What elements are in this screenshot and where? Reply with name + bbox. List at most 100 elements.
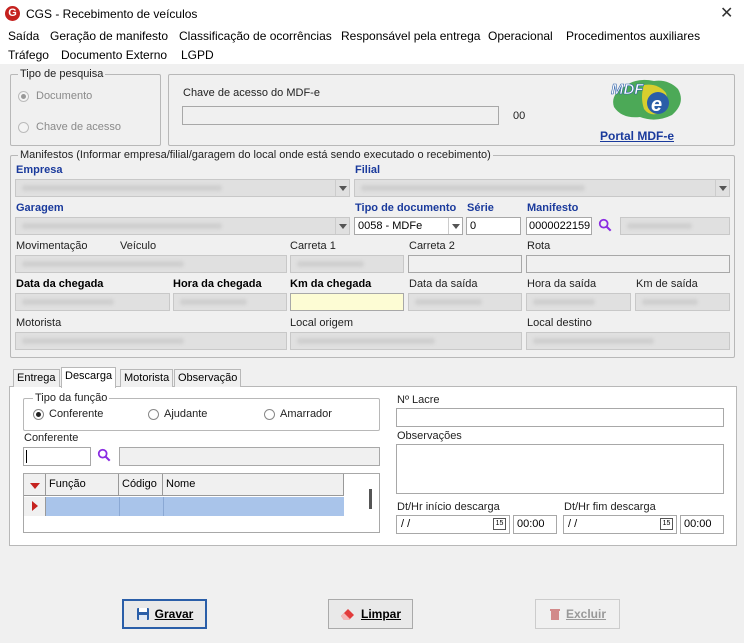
calendar-icon[interactable]: 15 — [660, 518, 673, 530]
radio-chave-acesso-label: Chave de acesso — [36, 121, 121, 133]
calendar-icon[interactable]: 15 — [493, 518, 506, 530]
text-cursor — [26, 450, 27, 463]
empresa-label: Empresa — [16, 164, 63, 176]
search-icon[interactable] — [97, 448, 111, 465]
serie-input[interactable]: 0 — [466, 217, 521, 235]
tipo-documento-label: Tipo de documento — [355, 202, 457, 214]
local-destino-label: Local destino — [527, 317, 592, 329]
observacoes-textarea[interactable] — [396, 444, 724, 494]
observacoes-label: Observações — [397, 430, 462, 442]
chave-acesso-counter: 00 — [513, 110, 526, 122]
carreta1-field — [290, 255, 404, 273]
data-saida-label: Data da saída — [409, 278, 478, 290]
funcao-grid: Função Código Nome — [23, 473, 380, 533]
dt-fim-time-input[interactable]: 00:00 — [680, 515, 724, 534]
radio-ajudante-label: Ajudante — [164, 408, 208, 420]
veiculo-field — [15, 255, 287, 273]
manifesto-input[interactable]: 0000022159 — [526, 217, 592, 235]
serie-value: 0 — [470, 220, 477, 232]
menu-responsavel-entrega[interactable]: Responsável pela entrega — [341, 29, 480, 43]
dt-fim-time-value: 00:00 — [684, 518, 712, 530]
row-indicator — [24, 497, 46, 516]
dt-inicio-date-input[interactable]: / / 15 — [396, 515, 510, 534]
close-icon[interactable]: ✕ — [720, 3, 733, 23]
carreta2-field — [408, 255, 522, 273]
app-logo-icon: G — [5, 6, 20, 21]
tab-observacao[interactable]: Observação — [174, 369, 242, 387]
tipo-funcao-legend: Tipo da função — [33, 392, 110, 404]
serie-label: Série — [467, 202, 494, 214]
dt-inicio-label: Dt/Hr início descarga — [397, 501, 500, 513]
dt-fim-label: Dt/Hr fim descarga — [564, 501, 656, 513]
trash-icon — [549, 609, 560, 620]
col-codigo[interactable]: Código — [119, 474, 163, 496]
tipo-pesquisa-legend: Tipo de pesquisa — [18, 68, 106, 80]
menu-geracao-manifesto[interactable]: Geração de manifesto — [50, 29, 168, 43]
dt-inicio-date-value: / / — [401, 518, 411, 530]
km-saida-label: Km de saída — [636, 278, 698, 290]
manifesto-label: Manifesto — [527, 202, 579, 214]
dt-inicio-time-input[interactable]: 00:00 — [513, 515, 557, 534]
menu-lgpd[interactable]: LGPD — [181, 48, 214, 62]
chave-acesso-input[interactable] — [182, 106, 499, 125]
limpar-button[interactable]: Limpar — [328, 599, 413, 629]
grid-header-indicator — [24, 474, 46, 496]
conferente-input[interactable] — [23, 447, 91, 466]
limpar-label: Limpar — [360, 607, 401, 621]
chevron-down-icon — [448, 218, 462, 234]
conferente-nome-field — [119, 447, 380, 466]
radio-amarrador[interactable] — [264, 409, 275, 420]
menu-operacional[interactable]: Operacional — [488, 29, 553, 43]
tipo-documento-value: 0058 - MDFe — [358, 220, 423, 232]
radio-documento-label: Documento — [36, 90, 93, 102]
conferente-label: Conferente — [24, 432, 79, 444]
empresa-select[interactable] — [15, 179, 350, 197]
menu-classificacao-ocorrencias[interactable]: Classificação de ocorrências — [179, 29, 332, 43]
lacre-input[interactable] — [396, 408, 724, 427]
col-funcao[interactable]: Função — [46, 474, 119, 496]
gravar-button[interactable]: Gravar — [122, 599, 207, 629]
tab-motorista[interactable]: Motorista — [120, 369, 174, 387]
save-icon — [136, 608, 149, 620]
km-chegada-label: Km da chegada — [290, 278, 372, 290]
tab-descarga[interactable]: Descarga — [61, 367, 117, 388]
radio-ajudante[interactable] — [148, 409, 159, 420]
radio-conferente[interactable] — [33, 409, 44, 420]
search-icon[interactable] — [598, 218, 612, 235]
table-row[interactable] — [24, 497, 344, 516]
hora-saida-label: Hora da saída — [527, 278, 597, 290]
hora-chegada-input[interactable] — [173, 293, 287, 311]
dt-fim-date-input[interactable]: / / 15 — [563, 515, 677, 534]
svg-text:e: e — [651, 94, 662, 116]
rota-field — [526, 255, 730, 273]
svg-text:MDF: MDF — [611, 81, 644, 98]
radio-chave-acesso[interactable] — [18, 122, 29, 133]
gravar-label: Gravar — [154, 607, 194, 621]
manifestos-legend: Manifestos (Informar empresa/filial/gara… — [18, 149, 493, 161]
data-chegada-input[interactable] — [15, 293, 170, 311]
menu-documento-externo[interactable]: Documento Externo — [61, 48, 167, 62]
menu-trafego[interactable]: Tráfego — [8, 48, 49, 62]
excluir-button[interactable]: Excluir — [535, 599, 620, 629]
km-saida-field — [635, 293, 730, 311]
veiculo-label: Veículo — [120, 240, 157, 252]
data-saida-field — [408, 293, 522, 311]
portal-mdfe-link[interactable]: Portal MDF-e — [600, 129, 674, 143]
garagem-label: Garagem — [16, 202, 64, 214]
excluir-label: Excluir — [565, 607, 607, 621]
menu-saida[interactable]: Saída — [8, 29, 39, 43]
title-bar: G CGS - Recebimento de veículos ✕ — [0, 0, 744, 28]
current-row-arrow-icon — [32, 501, 38, 511]
radio-documento[interactable] — [18, 91, 29, 102]
grid-scrollbar-thumb[interactable] — [369, 489, 372, 509]
garagem-select[interactable] — [15, 217, 350, 235]
selected-row-cells[interactable] — [46, 497, 344, 516]
tab-entrega[interactable]: Entrega — [13, 369, 60, 387]
lacre-label: Nº Lacre — [397, 394, 440, 406]
km-chegada-input[interactable] — [290, 293, 404, 311]
tipo-documento-select[interactable]: 0058 - MDFe — [354, 217, 463, 235]
filial-select[interactable] — [354, 179, 730, 197]
eraser-icon — [340, 609, 354, 620]
col-nome[interactable]: Nome — [163, 474, 344, 496]
menu-procedimentos-auxiliares[interactable]: Procedimentos auxiliares — [566, 29, 700, 43]
